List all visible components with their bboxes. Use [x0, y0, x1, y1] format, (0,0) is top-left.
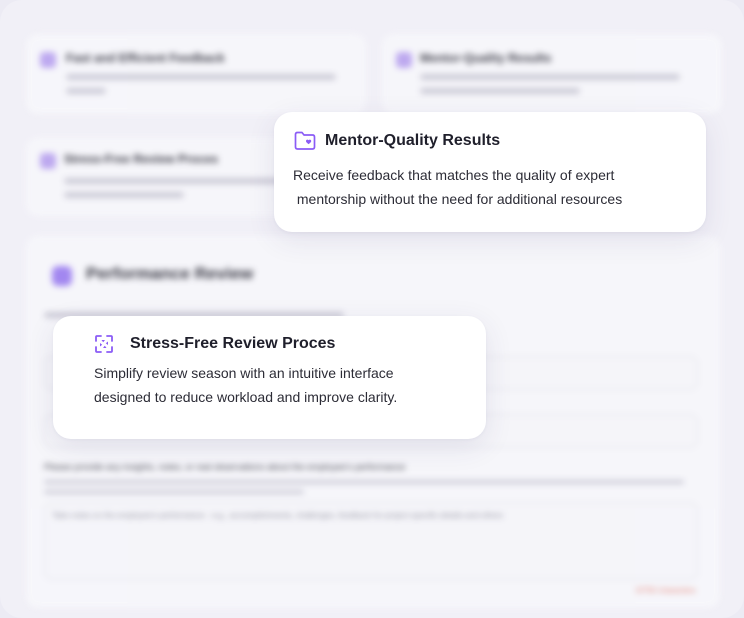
- refresh-icon: [40, 153, 56, 169]
- folder-heart-icon: [293, 130, 317, 152]
- bg-line: [44, 480, 684, 484]
- app-frame: Fast and Efficient Feedback Mentor-Quali…: [0, 0, 744, 618]
- stress-card-header: Stress-Free Review Proces: [92, 332, 335, 356]
- mentor-card-description: Receive feedback that matches the qualit…: [293, 163, 693, 211]
- mentor-card-header: Mentor-Quality Results: [293, 130, 500, 152]
- folder-icon: [396, 52, 412, 68]
- bg-feature-title: Stress-Free Review Proces: [64, 152, 219, 166]
- mentor-desc-line-2: mentorship without the need for addition…: [293, 191, 623, 207]
- bg-textarea-label: Please provide any insights, notes, or r…: [44, 462, 406, 472]
- mentor-card-title: Mentor-Quality Results: [325, 132, 501, 149]
- bg-feature-card-mentor: Mentor-Quality Results: [382, 34, 722, 114]
- bg-line: [66, 74, 336, 80]
- bg-form-heading: Performance Review: [86, 264, 254, 283]
- bg-feature-title: Fast and Efficient Feedback: [66, 51, 225, 65]
- sparkle-icon: [52, 266, 72, 286]
- stress-desc-line-2: designed to reduce workload and improve …: [94, 389, 398, 405]
- blurred-background: Fast and Efficient Feedback Mentor-Quali…: [0, 0, 744, 618]
- stress-free-card: Stress-Free Review Proces Simplify revie…: [53, 316, 486, 439]
- mentor-desc-line-1: Receive feedback that matches the qualit…: [293, 167, 615, 183]
- bg-char-counter: 0/750 characters: [636, 586, 696, 595]
- bg-line: [420, 74, 680, 80]
- bg-textarea-placeholder: Take notes on the employee's performance…: [52, 511, 504, 520]
- stress-desc-line-1: Simplify review season with an intuitive…: [94, 365, 394, 381]
- bg-feature-card-fast: Fast and Efficient Feedback: [26, 34, 366, 114]
- refresh-arrows-icon: [92, 332, 116, 356]
- bg-line: [66, 88, 106, 94]
- stress-card-description: Simplify review season with an intuitive…: [94, 361, 474, 409]
- stress-card-title: Stress-Free Review Proces: [130, 335, 336, 352]
- bg-line: [44, 490, 304, 494]
- bg-line: [64, 192, 184, 198]
- bg-feature-title: Mentor-Quality Results: [420, 51, 552, 65]
- bg-line: [420, 88, 580, 94]
- lightning-icon: [40, 52, 56, 68]
- mentor-quality-card: Mentor-Quality Results Receive feedback …: [274, 112, 706, 232]
